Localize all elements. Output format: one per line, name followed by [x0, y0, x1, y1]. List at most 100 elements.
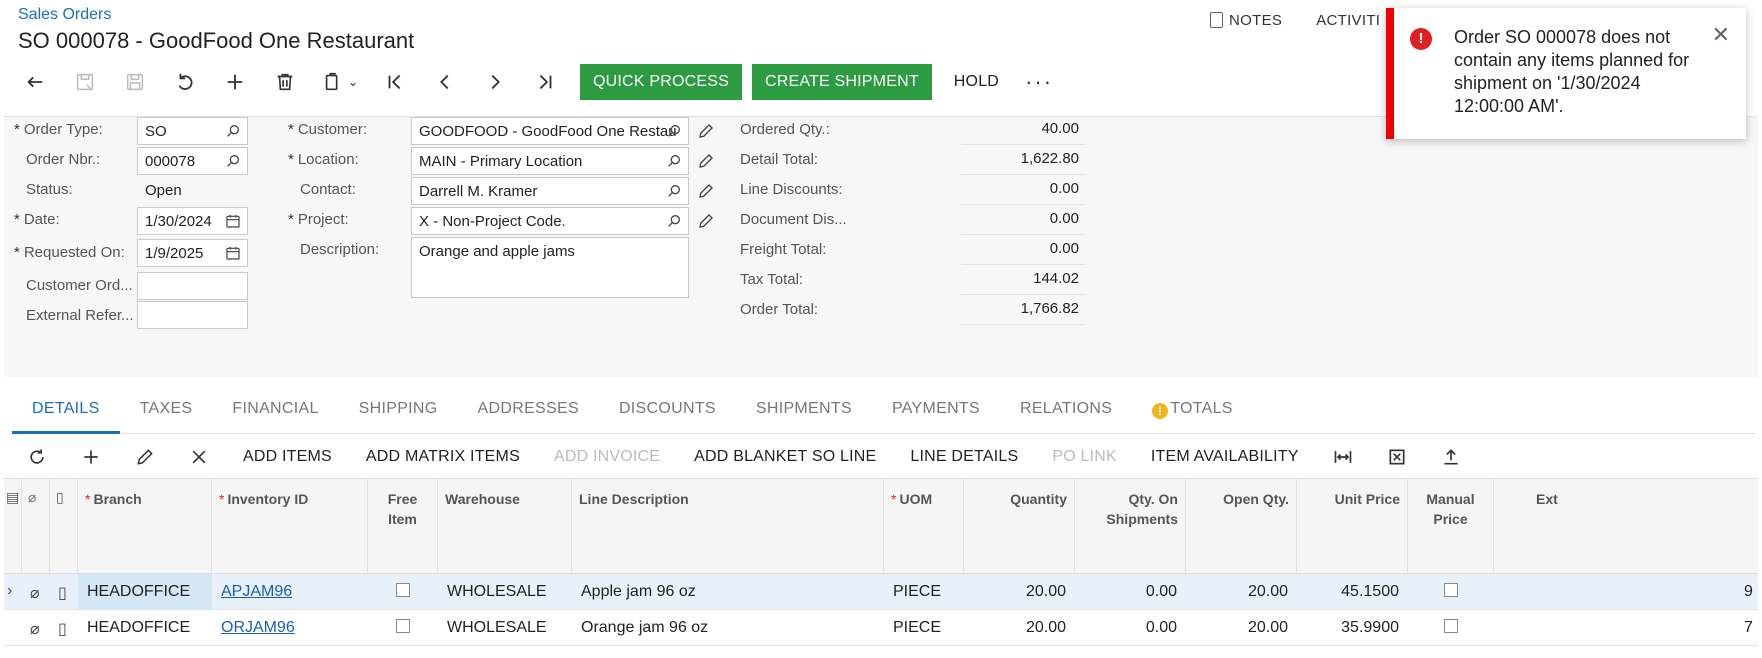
project-input[interactable]: X - Non-Project Code.	[411, 207, 689, 235]
attachment-icon[interactable]: ⌀	[26, 574, 50, 610]
delete-icon[interactable]	[260, 64, 310, 100]
edit-customer-icon[interactable]	[697, 122, 715, 140]
previous-record-icon[interactable]	[420, 64, 470, 100]
cell-free-item[interactable]	[368, 610, 438, 646]
cell-manual-price[interactable]	[1408, 610, 1494, 646]
close-icon[interactable]: ✕	[1712, 22, 1730, 48]
table-row[interactable]: ⌀ ▯ HEADOFFICE ORJAM96 WHOLESALE Orange …	[4, 610, 1758, 646]
line-details-button[interactable]: LINE DETAILS	[893, 448, 1035, 466]
col-branch[interactable]: * Branch	[78, 479, 212, 575]
notes-link[interactable]: NOTES	[1210, 12, 1282, 29]
item-availability-button[interactable]: ITEM AVAILABILITY	[1134, 448, 1316, 466]
edit-contact-icon[interactable]	[697, 182, 715, 200]
free-item-checkbox[interactable]	[396, 619, 410, 633]
add-invoice-button[interactable]: ADD INVOICE	[537, 448, 677, 466]
col-warehouse[interactable]: Warehouse	[438, 479, 572, 575]
export-excel-icon[interactable]	[1370, 438, 1424, 476]
description-textarea[interactable]: Orange and apple jams	[411, 237, 689, 298]
cell-manual-price[interactable]	[1408, 574, 1494, 610]
hold-button[interactable]: HOLD	[932, 73, 1021, 91]
note-icon[interactable]: ▯	[54, 574, 78, 610]
order-type-input[interactable]: SO	[137, 117, 248, 145]
cell-free-item[interactable]	[368, 574, 438, 610]
manual-price-checkbox[interactable]	[1444, 619, 1458, 633]
edit-location-icon[interactable]	[697, 152, 715, 170]
first-record-icon[interactable]	[370, 64, 420, 100]
cell-unit-price[interactable]: 35.9900	[1297, 610, 1408, 646]
create-shipment-button[interactable]: CREATE SHIPMENT	[751, 64, 932, 100]
customer-order-input[interactable]	[137, 272, 248, 300]
cell-description[interactable]: Orange jam 96 oz	[572, 610, 884, 646]
tab-addresses[interactable]: ADDRESSES	[458, 388, 599, 434]
next-record-icon[interactable]	[470, 64, 520, 100]
edit-row-icon[interactable]	[118, 438, 172, 476]
col-free-item[interactable]: Free Item	[368, 479, 438, 575]
save-close-icon[interactable]	[60, 64, 110, 100]
tab-shipments[interactable]: SHIPMENTS	[736, 388, 872, 434]
cell-description[interactable]: Apple jam 96 oz	[572, 574, 884, 610]
tab-relations[interactable]: RELATIONS	[1000, 388, 1132, 434]
tab-details[interactable]: DETAILS	[12, 388, 120, 434]
tab-totals[interactable]: ! TOTALS	[1132, 388, 1253, 434]
col-ext[interactable]: Ext	[1494, 479, 1758, 575]
add-blanket-so-line-button[interactable]: ADD BLANKET SO LINE	[677, 448, 893, 466]
col-unit-price[interactable]: Unit Price	[1297, 479, 1408, 575]
last-record-icon[interactable]	[520, 64, 570, 100]
external-ref-input[interactable]	[137, 301, 248, 329]
add-items-button[interactable]: ADD ITEMS	[226, 448, 349, 466]
cell-inventory-id[interactable]: ORJAM96	[212, 610, 368, 646]
tab-taxes[interactable]: TAXES	[120, 388, 213, 434]
cell-unit-price[interactable]: 45.1500	[1297, 574, 1408, 610]
customer-input[interactable]: GOODFOOD - GoodFood One Restau	[411, 117, 689, 145]
note-icon[interactable]: ▯	[54, 610, 78, 646]
cell-uom[interactable]: PIECE	[884, 610, 964, 646]
manual-price-checkbox[interactable]	[1444, 583, 1458, 597]
breadcrumb[interactable]: Sales Orders	[18, 6, 111, 24]
upload-icon[interactable]	[1424, 438, 1478, 476]
attachment-icon[interactable]: ⌀	[26, 610, 50, 646]
order-nbr-input[interactable]: 000078	[137, 147, 248, 175]
col-qty-on-shipments[interactable]: Qty. On Shipments	[1075, 479, 1186, 575]
cell-inventory-id[interactable]: APJAM96	[212, 574, 368, 610]
cell-uom[interactable]: PIECE	[884, 574, 964, 610]
delete-row-icon[interactable]	[172, 438, 226, 476]
undo-icon[interactable]	[160, 64, 210, 100]
col-manual-price[interactable]: Manual Price	[1408, 479, 1494, 575]
contact-input[interactable]: Darrell M. Kramer	[411, 177, 689, 205]
add-icon[interactable]	[210, 64, 260, 100]
date-input[interactable]: 1/30/2024	[137, 207, 248, 235]
cell-branch[interactable]: HEADOFFICE	[78, 610, 212, 646]
inventory-link[interactable]: APJAM96	[221, 583, 292, 600]
requested-on-input[interactable]: 1/9/2025	[137, 239, 248, 267]
cell-quantity[interactable]: 20.00	[964, 574, 1075, 610]
col-quantity[interactable]: Quantity	[964, 479, 1075, 575]
free-item-checkbox[interactable]	[396, 583, 410, 597]
cell-quantity[interactable]: 20.00	[964, 610, 1075, 646]
inventory-link[interactable]: ORJAM96	[221, 619, 295, 636]
cell-warehouse[interactable]: WHOLESALE	[438, 610, 572, 646]
location-input[interactable]: MAIN - Primary Location	[411, 147, 689, 175]
add-matrix-items-button[interactable]: ADD MATRIX ITEMS	[349, 448, 537, 466]
tab-financial[interactable]: FINANCIAL	[212, 388, 338, 434]
row-selector-icon[interactable]: ▤	[4, 479, 22, 575]
col-open-qty[interactable]: Open Qty.	[1186, 479, 1297, 575]
cell-branch[interactable]: HEADOFFICE	[78, 574, 212, 610]
po-link-button[interactable]: PO LINK	[1035, 448, 1134, 466]
activities-link[interactable]: ACTIVITI	[1316, 12, 1380, 29]
quick-process-button[interactable]: QUICK PROCESS	[580, 64, 742, 100]
edit-project-icon[interactable]	[697, 212, 715, 230]
save-icon[interactable]	[110, 64, 160, 100]
add-row-icon[interactable]	[64, 438, 118, 476]
back-icon[interactable]	[10, 64, 60, 100]
copy-paste-icon[interactable]: ⌄	[310, 64, 370, 100]
tab-discounts[interactable]: DISCOUNTS	[599, 388, 736, 434]
col-uom[interactable]: * UOM	[884, 479, 964, 575]
cell-warehouse[interactable]: WHOLESALE	[438, 574, 572, 610]
tab-payments[interactable]: PAYMENTS	[872, 388, 1000, 434]
col-line-description[interactable]: Line Description	[572, 479, 884, 575]
col-inventory-id[interactable]: * Inventory ID	[212, 479, 368, 575]
fit-columns-icon[interactable]	[1316, 438, 1370, 476]
tab-shipping[interactable]: SHIPPING	[339, 388, 458, 434]
table-row[interactable]: › ⌀ ▯ HEADOFFICE APJAM96 WHOLESALE Apple…	[4, 574, 1758, 610]
more-menu-icon[interactable]: ···	[1025, 69, 1053, 95]
